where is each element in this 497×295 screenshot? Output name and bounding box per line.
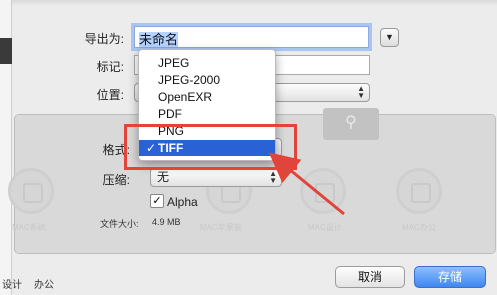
save-dialog: 导出为: 未命名 ▼ 标记: 位置: ▲ ▼ ⚲ MAC系统 MAC苹果装 MAC… bbox=[0, 0, 497, 295]
annotation-arrow-icon bbox=[268, 152, 345, 216]
